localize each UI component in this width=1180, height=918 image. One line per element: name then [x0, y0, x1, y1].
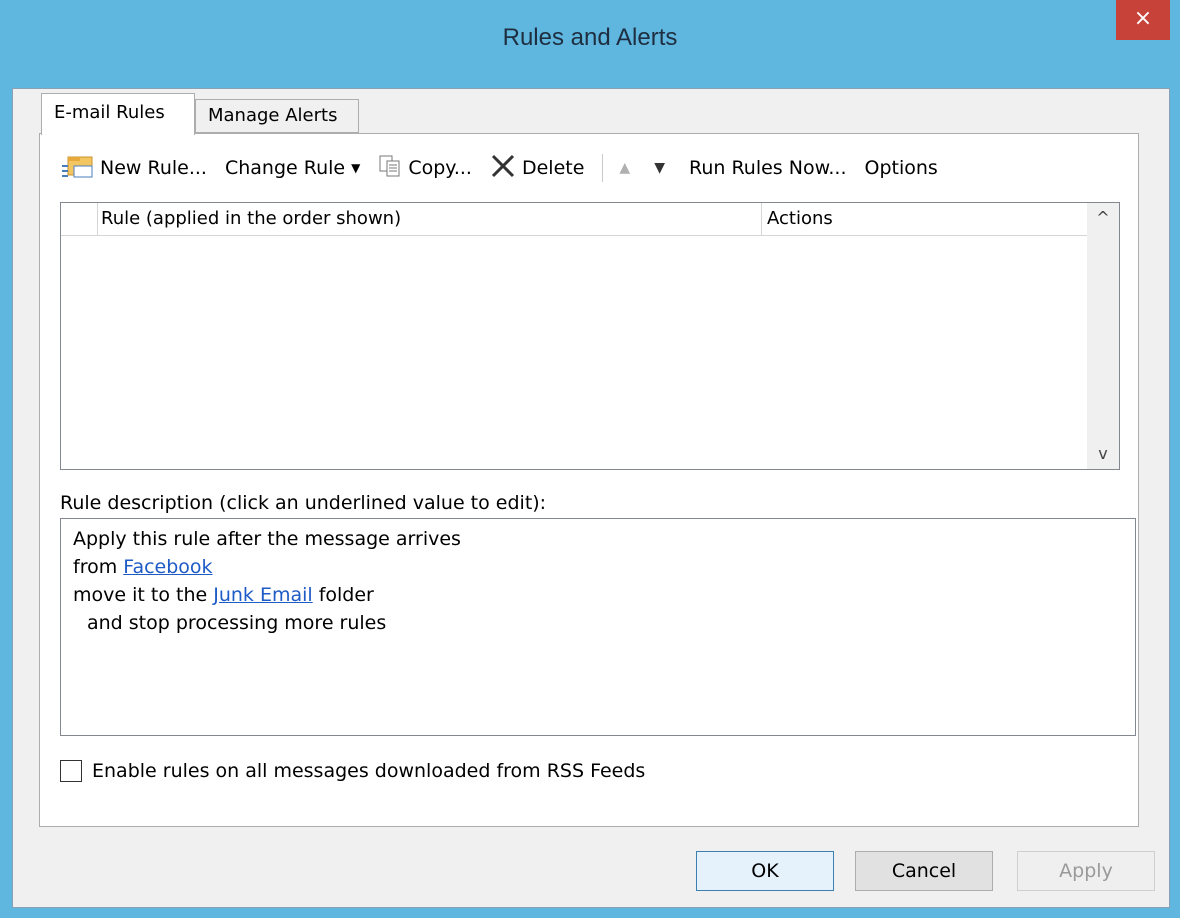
move-down-button[interactable]: ▼ — [654, 160, 665, 176]
scroll-up-button[interactable]: ^ — [1087, 203, 1119, 233]
new-rule-icon — [62, 153, 94, 184]
description-move-text: move it to the — [73, 584, 214, 606]
cancel-button[interactable]: Cancel — [855, 851, 993, 891]
description-from-text: from — [73, 556, 124, 578]
tab-manage-alerts[interactable]: Manage Alerts — [195, 99, 359, 133]
apply-label: Apply — [1059, 860, 1113, 882]
delete-icon — [490, 153, 516, 184]
copy-icon — [378, 154, 402, 183]
tab-email-rules[interactable]: E-mail Rules — [41, 93, 195, 135]
actions-column-header[interactable]: Actions — [767, 208, 833, 229]
description-line-4: and stop processing more rules — [87, 612, 387, 634]
options-button[interactable]: Options — [865, 157, 938, 179]
run-rules-now-button[interactable]: Run Rules Now... — [689, 157, 847, 179]
copy-button[interactable]: Copy... — [378, 154, 472, 183]
tab-email-rules-label: E-mail Rules — [54, 102, 165, 123]
rule-column-header[interactable]: Rule (applied in the order shown) — [101, 208, 401, 229]
rules-and-alerts-window: Rules and Alerts × E-mail Rules Manage A… — [0, 0, 1180, 918]
email-rules-panel: New Rule... Change Rule ▼ Copy... Delete… — [39, 133, 1139, 827]
rules-list-scrollbar[interactable]: ^ v — [1087, 203, 1119, 469]
description-line-3: move it to the Junk Email folder — [73, 581, 1123, 609]
delete-label: Delete — [521, 157, 585, 179]
dialog-client-area: E-mail Rules Manage Alerts New Rule... C… — [12, 88, 1170, 908]
rules-toolbar: New Rule... Change Rule ▼ Copy... Delete… — [62, 148, 1062, 188]
chevron-down-icon: v — [1098, 444, 1108, 463]
description-line-2: from Facebook — [73, 553, 1123, 581]
rss-checkbox[interactable] — [60, 760, 82, 782]
checkbox-column-header[interactable] — [61, 203, 98, 235]
rss-option-row: Enable rules on all messages downloaded … — [60, 760, 645, 782]
title-bar[interactable]: Rules and Alerts × — [0, 0, 1180, 88]
new-rule-label: New Rule... — [100, 157, 207, 179]
arrow-up-icon: ▲ — [619, 160, 631, 176]
description-line-1: Apply this rule after the message arrive… — [73, 528, 461, 550]
junk-email-link[interactable]: Junk Email — [213, 584, 312, 606]
close-icon: × — [1133, 6, 1153, 31]
copy-label: Copy... — [408, 157, 472, 179]
tab-manage-alerts-label: Manage Alerts — [208, 105, 338, 126]
window-title: Rules and Alerts — [502, 24, 678, 51]
cancel-label: Cancel — [891, 860, 957, 882]
toolbar-separator — [602, 154, 604, 182]
chevron-up-icon: ^ — [1096, 208, 1110, 227]
apply-button[interactable]: Apply — [1017, 851, 1155, 891]
change-rule-label: Change Rule — [224, 157, 346, 179]
close-button[interactable]: × — [1116, 0, 1170, 40]
description-folder-text: folder — [312, 584, 374, 606]
new-rule-button[interactable]: New Rule... — [62, 153, 207, 184]
ok-button[interactable]: OK — [696, 851, 834, 891]
rule-description-box: Apply this rule after the message arrive… — [60, 518, 1136, 736]
rss-checkbox-label[interactable]: Enable rules on all messages downloaded … — [92, 760, 645, 782]
facebook-link[interactable]: Facebook — [123, 556, 212, 578]
run-rules-now-label: Run Rules Now... — [688, 157, 847, 179]
arrow-down-icon: ▼ — [654, 160, 665, 176]
scroll-down-button[interactable]: v — [1087, 439, 1119, 469]
rules-list-header: Rule (applied in the order shown) Action… — [61, 203, 1101, 236]
rule-description-label: Rule description (click an underlined va… — [60, 492, 547, 514]
rules-list[interactable]: Rule (applied in the order shown) Action… — [60, 202, 1120, 470]
change-rule-button[interactable]: Change Rule ▼ — [225, 157, 360, 179]
column-divider[interactable] — [761, 203, 762, 235]
delete-button[interactable]: Delete — [490, 153, 584, 184]
move-up-button[interactable]: ▲ — [619, 160, 630, 176]
ok-label: OK — [751, 860, 779, 882]
options-label: Options — [864, 157, 938, 179]
dropdown-arrow-icon: ▼ — [351, 161, 361, 175]
